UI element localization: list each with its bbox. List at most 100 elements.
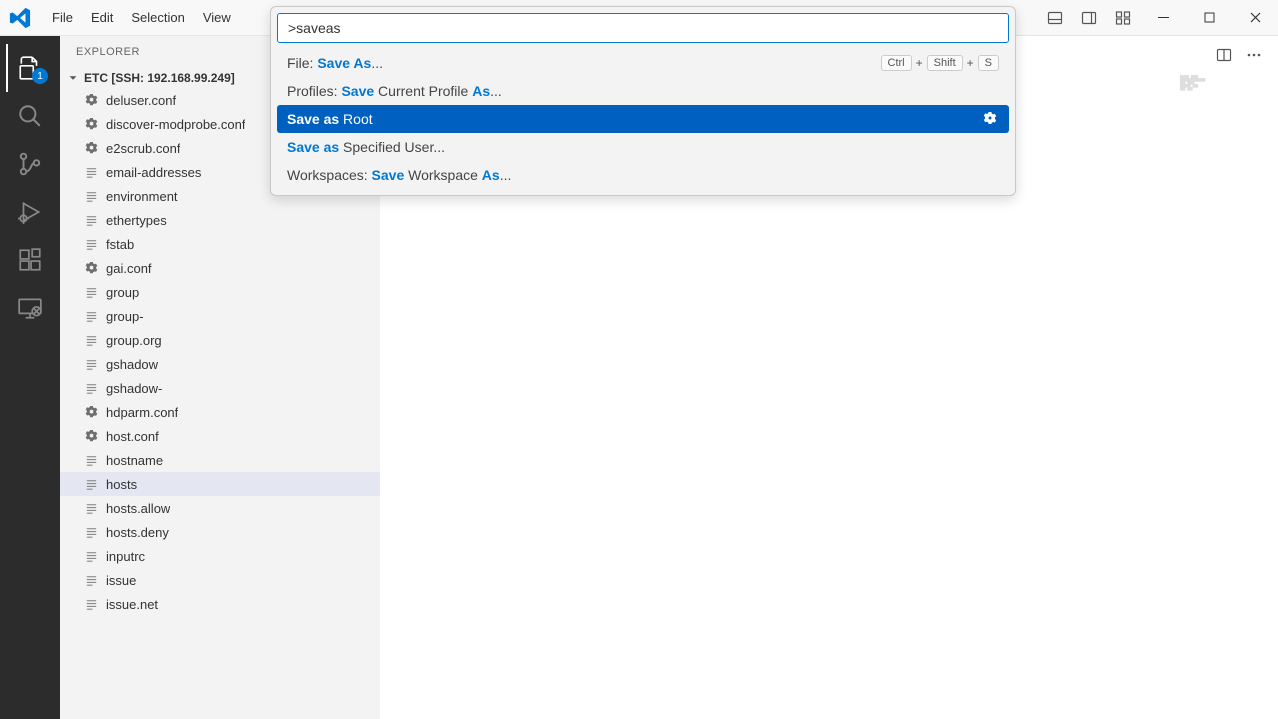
file-item[interactable]: ethertypes (60, 208, 380, 232)
command-label: Save as Specified User... (287, 139, 999, 155)
file-label: ethertypes (106, 213, 167, 228)
text-file-icon (82, 163, 100, 181)
file-item[interactable]: group (60, 280, 380, 304)
extensions-activity[interactable] (6, 236, 54, 284)
explorer-activity[interactable]: 1 (6, 44, 54, 92)
text-file-icon (82, 571, 100, 589)
search-activity[interactable] (6, 92, 54, 140)
file-label: gai.conf (106, 261, 152, 276)
file-label: hosts (106, 477, 137, 492)
configure-keybinding-icon[interactable] (981, 110, 999, 128)
file-item[interactable]: group- (60, 304, 380, 328)
file-label: hosts.deny (106, 525, 169, 540)
file-item[interactable]: host.conf (60, 424, 380, 448)
close-button[interactable] (1232, 0, 1278, 36)
file-item[interactable]: issue.net (60, 592, 380, 616)
command-palette: File: Save As...Ctrl+Shift+S Profiles: Sa… (270, 6, 1016, 196)
split-editor-icon[interactable] (1212, 43, 1236, 67)
file-item[interactable]: inputrc (60, 544, 380, 568)
file-label: group- (106, 309, 144, 324)
text-file-icon (82, 355, 100, 373)
command-input[interactable] (277, 13, 1009, 43)
file-label: issue.net (106, 597, 158, 612)
command-label: Workspaces: Save Workspace As... (287, 167, 999, 183)
minimize-button[interactable] (1140, 0, 1186, 36)
file-label: deluser.conf (106, 93, 176, 108)
panel-right-icon[interactable] (1072, 0, 1106, 36)
activity-bar: 1 (0, 36, 60, 719)
gear-file-icon (82, 139, 100, 157)
file-label: hdparm.conf (106, 405, 178, 420)
text-file-icon (82, 235, 100, 253)
keybinding: Ctrl+Shift+S (881, 55, 1000, 71)
layout-grid-icon[interactable] (1106, 0, 1140, 36)
chevron-down-icon (66, 71, 80, 85)
file-item[interactable]: hosts (60, 472, 380, 496)
file-item[interactable]: group.org (60, 328, 380, 352)
text-file-icon (82, 547, 100, 565)
text-file-icon (82, 283, 100, 301)
text-file-icon (82, 499, 100, 517)
file-label: host.conf (106, 429, 159, 444)
command-item[interactable]: Profiles: Save Current Profile As... (277, 77, 1009, 105)
file-label: discover-modprobe.conf (106, 117, 245, 132)
text-file-icon (82, 379, 100, 397)
text-file-icon (82, 523, 100, 541)
file-item[interactable]: hdparm.conf (60, 400, 380, 424)
file-item[interactable]: gai.conf (60, 256, 380, 280)
text-file-icon (82, 331, 100, 349)
file-label: inputrc (106, 549, 145, 564)
explorer-badge: 1 (32, 68, 48, 84)
file-label: gshadow- (106, 381, 162, 396)
text-file-icon (82, 211, 100, 229)
command-label: Profiles: Save Current Profile As... (287, 83, 999, 99)
file-label: environment (106, 189, 178, 204)
gear-file-icon (82, 115, 100, 133)
file-label: group (106, 285, 139, 300)
file-item[interactable]: issue (60, 568, 380, 592)
text-file-icon (82, 307, 100, 325)
remote-activity[interactable] (6, 284, 54, 332)
file-item[interactable]: hosts.allow (60, 496, 380, 520)
menu-view[interactable]: View (195, 6, 239, 29)
file-label: gshadow (106, 357, 158, 372)
text-file-icon (82, 451, 100, 469)
command-item[interactable]: Save as Root (277, 105, 1009, 133)
file-label: group.org (106, 333, 162, 348)
scm-activity[interactable] (6, 140, 54, 188)
file-label: email-addresses (106, 165, 201, 180)
menu-file[interactable]: File (44, 6, 81, 29)
file-label: hostname (106, 453, 163, 468)
gear-file-icon (82, 259, 100, 277)
file-item[interactable]: hosts.deny (60, 520, 380, 544)
text-file-icon (82, 475, 100, 493)
menubar: FileEditSelectionView (44, 6, 239, 29)
panel-bottom-icon[interactable] (1038, 0, 1072, 36)
file-label: e2scrub.conf (106, 141, 180, 156)
minimap[interactable]: █████ █████████████████████ ██████████ █… (1178, 74, 1278, 134)
command-list: File: Save As...Ctrl+Shift+S Profiles: Sa… (277, 49, 1009, 189)
file-item[interactable]: gshadow (60, 352, 380, 376)
file-item[interactable]: hostname (60, 448, 380, 472)
file-label: hosts.allow (106, 501, 170, 516)
run-debug-activity[interactable] (6, 188, 54, 236)
file-label: fstab (106, 237, 134, 252)
command-item[interactable]: Save as Specified User... (277, 133, 1009, 161)
file-item[interactable]: gshadow- (60, 376, 380, 400)
gear-file-icon (82, 403, 100, 421)
gear-file-icon (82, 427, 100, 445)
menu-edit[interactable]: Edit (83, 6, 121, 29)
command-item[interactable]: File: Save As...Ctrl+Shift+S (277, 49, 1009, 77)
text-file-icon (82, 187, 100, 205)
menu-selection[interactable]: Selection (123, 6, 192, 29)
vscode-logo-icon (8, 6, 32, 30)
maximize-button[interactable] (1186, 0, 1232, 36)
command-label: Save as Root (287, 111, 981, 127)
folder-label: ETC [SSH: 192.168.99.249] (84, 71, 235, 85)
gear-file-icon (82, 91, 100, 109)
more-actions-icon[interactable] (1242, 43, 1266, 67)
command-label: File: Save As... (287, 55, 881, 71)
command-item[interactable]: Workspaces: Save Workspace As... (277, 161, 1009, 189)
text-file-icon (82, 595, 100, 613)
file-item[interactable]: fstab (60, 232, 380, 256)
